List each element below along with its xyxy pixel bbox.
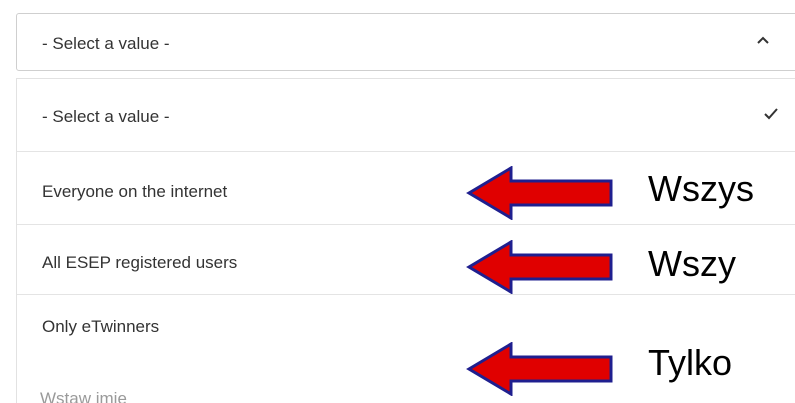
- option-label: - Select a value -: [42, 107, 170, 126]
- annotation-label: Wszys: [648, 168, 754, 209]
- annotation-label: Tylko: [648, 342, 733, 383]
- screenshot-stage: - Select a value - - Select a value - Ev…: [0, 0, 795, 403]
- option-select-a-value[interactable]: - Select a value -: [17, 79, 795, 151]
- red-arrow-annotation: [466, 342, 613, 396]
- chevron-up-icon[interactable]: [753, 30, 773, 50]
- annotation-label: Wszy: [648, 243, 736, 284]
- field-label-partial: [18, 0, 22, 6]
- red-arrow-annotation: [466, 166, 613, 220]
- background-field-placeholder: Wstaw imię: [40, 389, 127, 403]
- option-label: Everyone on the internet: [42, 182, 228, 201]
- checkmark-icon: [764, 108, 778, 120]
- option-label: Only eTwinners: [42, 317, 160, 336]
- visibility-select[interactable]: - Select a value -: [16, 13, 795, 71]
- option-label: All ESEP registered users: [42, 253, 238, 272]
- red-arrow-annotation: [466, 240, 613, 294]
- select-current-value: - Select a value -: [42, 34, 170, 53]
